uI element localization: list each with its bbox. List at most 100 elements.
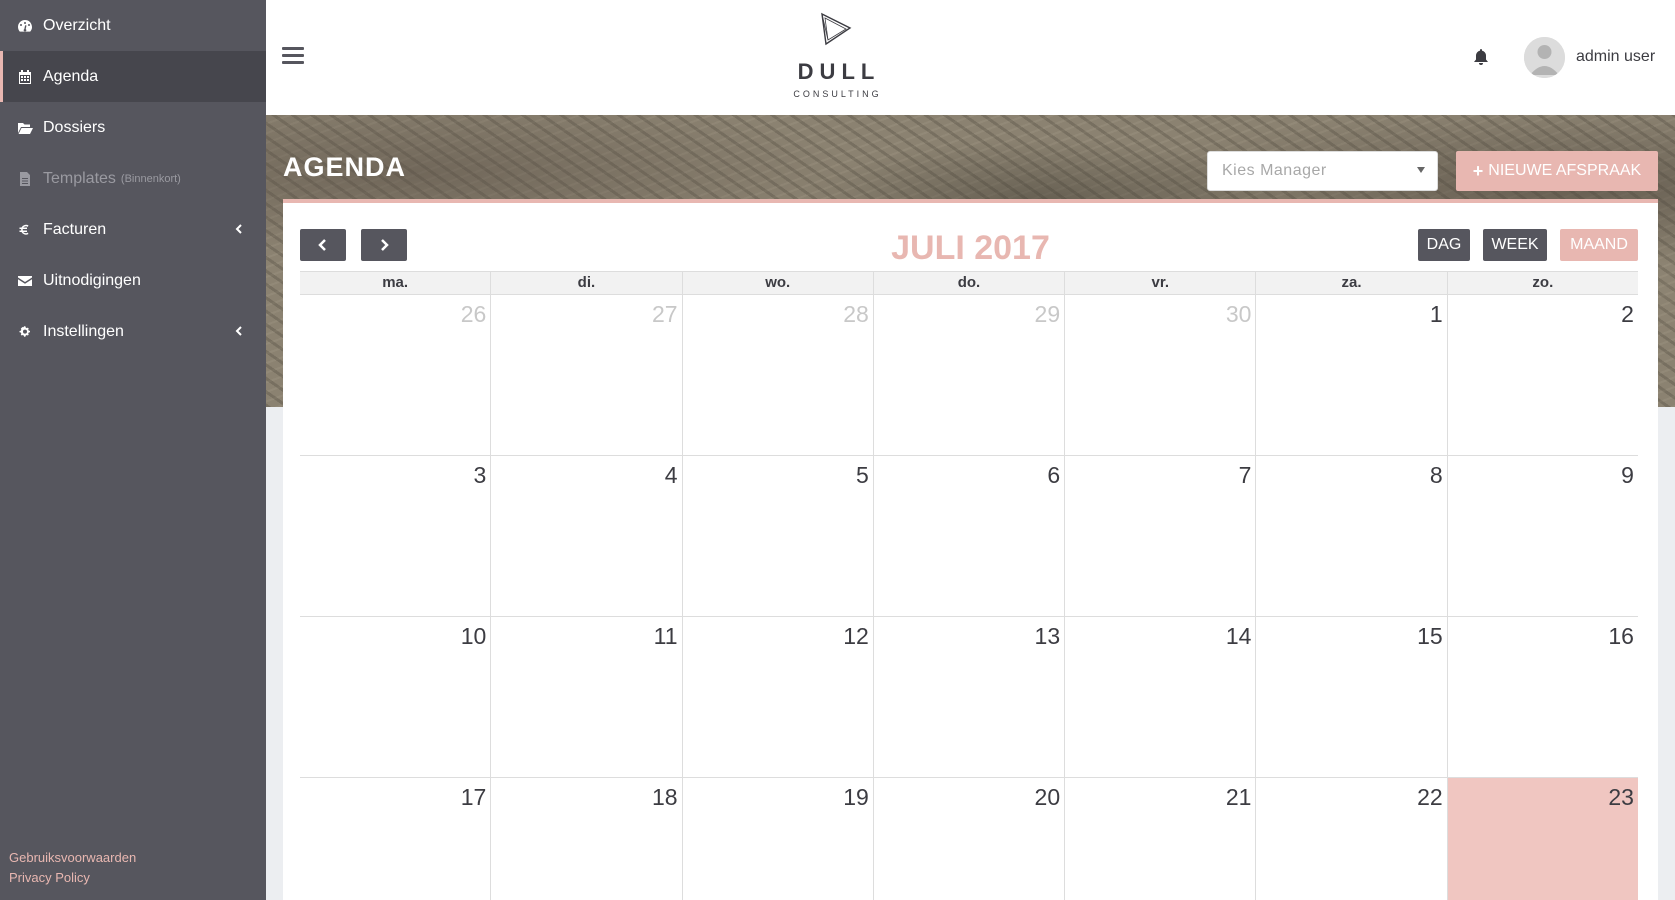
privacy-link[interactable]: Privacy Policy bbox=[9, 868, 136, 888]
hamburger-line bbox=[282, 47, 304, 50]
calendar-day[interactable]: 14 bbox=[1064, 617, 1255, 777]
calendar-day[interactable]: 19 bbox=[681, 778, 873, 900]
day-number: 6 bbox=[1047, 462, 1061, 488]
weekday-header: vr. bbox=[1064, 272, 1255, 294]
calendar-day[interactable]: 1 bbox=[1255, 295, 1446, 455]
manager-select[interactable]: Kies Manager bbox=[1207, 151, 1438, 191]
day-number: 11 bbox=[653, 623, 678, 649]
manager-select-value: Kies Manager bbox=[1222, 162, 1327, 179]
hamburger-line bbox=[282, 54, 304, 57]
sidebar-item-templates[interactable]: Templates (Binnenkort) bbox=[0, 153, 266, 204]
weekday-header-row: ma. di. wo. do. vr. za. zo. bbox=[300, 271, 1638, 295]
caret-down-icon bbox=[1417, 167, 1425, 173]
calendar-day[interactable]: 18 bbox=[490, 778, 681, 900]
calendar-day[interactable]: 15 bbox=[1255, 617, 1446, 777]
calendar-day[interactable]: 9 bbox=[1446, 456, 1638, 616]
chevron-left-icon bbox=[318, 239, 326, 251]
calendar-week-row: 17 18 19 20 21 22 23 bbox=[300, 778, 1638, 900]
view-month-button[interactable]: MAAND bbox=[1560, 229, 1638, 261]
euro-icon bbox=[15, 222, 35, 238]
chevron-left-icon bbox=[234, 323, 244, 341]
weekday-header: do. bbox=[872, 272, 1064, 294]
view-day-button[interactable]: DAG bbox=[1418, 229, 1470, 261]
calendar-week-row: 10 11 12 13 14 15 16 bbox=[300, 617, 1638, 778]
calendar-day[interactable]: 6 bbox=[872, 456, 1064, 616]
day-number: 29 bbox=[1034, 301, 1061, 327]
weekday-header: zo. bbox=[1446, 272, 1638, 294]
avatar[interactable] bbox=[1524, 37, 1565, 78]
day-number: 27 bbox=[651, 301, 678, 327]
sidebar-item-agenda[interactable]: Agenda bbox=[0, 51, 266, 102]
gears-icon bbox=[15, 324, 35, 340]
brand-name: DULL bbox=[797, 59, 881, 84]
day-number: 3 bbox=[473, 462, 487, 488]
day-number: 17 bbox=[460, 784, 487, 810]
next-month-button[interactable] bbox=[361, 229, 407, 261]
calendar-day[interactable]: 4 bbox=[490, 456, 681, 616]
terms-link[interactable]: Gebruiksvoorwaarden bbox=[9, 848, 136, 868]
sidebar-item-uitnodigingen[interactable]: Uitnodigingen bbox=[0, 255, 266, 306]
folder-open-icon bbox=[15, 120, 35, 136]
day-number: 5 bbox=[856, 462, 869, 488]
sidebar-nav: Overzicht Agenda Dossiers Templates (Bin… bbox=[0, 0, 266, 357]
calendar-day[interactable]: 12 bbox=[681, 617, 873, 777]
hamburger-line bbox=[282, 61, 304, 64]
day-number: 14 bbox=[1225, 623, 1252, 649]
sidebar-item-label: Templates bbox=[43, 169, 116, 187]
calendar-day[interactable]: 22 bbox=[1255, 778, 1446, 900]
sidebar-item-sublabel: (Binnenkort) bbox=[120, 172, 181, 185]
sidebar-item-overzicht[interactable]: Overzicht bbox=[0, 0, 266, 51]
calendar-day[interactable]: 7 bbox=[1064, 456, 1255, 616]
brand-logo[interactable]: DULL CONSULTING bbox=[786, 10, 886, 99]
calendar-day[interactable]: 2 bbox=[1446, 295, 1638, 455]
day-number: 18 bbox=[651, 784, 678, 810]
calendar-day[interactable]: 21 bbox=[1064, 778, 1255, 900]
sidebar-item-facturen[interactable]: Facturen bbox=[0, 204, 266, 255]
calendar-day[interactable]: 13 bbox=[872, 617, 1064, 777]
calendar-day[interactable]: 11 bbox=[490, 617, 681, 777]
calendar-month-title: JULI 2017 bbox=[891, 229, 1050, 267]
sidebar-item-instellingen[interactable]: Instellingen bbox=[0, 306, 266, 357]
sidebar-item-dossiers[interactable]: Dossiers bbox=[0, 102, 266, 153]
calendar-week-row: 3 4 5 6 7 8 9 bbox=[300, 456, 1638, 617]
day-number: 21 bbox=[1225, 784, 1252, 810]
new-appointment-button[interactable]: + NIEUWE AFSPRAAK bbox=[1456, 151, 1658, 191]
day-number: 13 bbox=[1034, 623, 1061, 649]
weekday-header: ma. bbox=[382, 274, 409, 291]
day-number: 1 bbox=[1429, 301, 1443, 327]
calendar-grid: ma. di. wo. do. vr. za. zo. 26 27 28 29 30 1 2 3 4 5 6 7 8… bbox=[300, 271, 1638, 900]
menu-toggle-button[interactable] bbox=[282, 47, 304, 65]
day-number: 12 bbox=[843, 623, 869, 649]
day-number: 26 bbox=[460, 301, 487, 327]
day-number: 16 bbox=[1608, 623, 1634, 649]
sidebar-item-label: Agenda bbox=[43, 67, 99, 85]
top-bar: DULL CONSULTING admin user bbox=[266, 0, 1675, 115]
calendar-day[interactable]: 28 bbox=[681, 295, 873, 455]
calendar-icon bbox=[15, 69, 35, 85]
view-week-button[interactable]: WEEK bbox=[1483, 229, 1547, 261]
sidebar-footer: Gebruiksvoorwaarden Privacy Policy bbox=[9, 848, 136, 888]
envelope-icon bbox=[15, 273, 35, 289]
calendar-day[interactable]: 16 bbox=[1446, 617, 1638, 777]
calendar-day[interactable]: 5 bbox=[681, 456, 873, 616]
calendar-day[interactable]: 30 bbox=[1064, 295, 1255, 455]
day-number: 2 bbox=[1621, 301, 1634, 327]
bell-icon[interactable] bbox=[1473, 48, 1489, 66]
calendar-day[interactable]: 27 bbox=[490, 295, 681, 455]
day-number: 8 bbox=[1429, 462, 1443, 488]
calendar-day-today[interactable]: 23 bbox=[1446, 778, 1638, 900]
calendar-day[interactable]: 8 bbox=[1255, 456, 1446, 616]
calendar-day[interactable]: 20 bbox=[872, 778, 1064, 900]
user-name[interactable]: admin user bbox=[1576, 48, 1655, 66]
calendar-day[interactable]: 10 bbox=[300, 617, 490, 777]
calendar-card: JULI 2017 DAG WEEK MAAND ma. di. wo. do. vr.… bbox=[283, 199, 1658, 900]
prev-month-button[interactable] bbox=[300, 229, 346, 261]
calendar-day[interactable]: 3 bbox=[300, 456, 490, 616]
day-number: 30 bbox=[1225, 301, 1252, 327]
sidebar-item-label: Instellingen bbox=[43, 322, 124, 340]
calendar-day[interactable]: 29 bbox=[872, 295, 1064, 455]
calendar-day[interactable]: 26 bbox=[300, 295, 490, 455]
sidebar-item-label: Uitnodigingen bbox=[43, 271, 141, 289]
weekday-header: di. bbox=[490, 272, 681, 294]
calendar-day[interactable]: 17 bbox=[300, 778, 490, 900]
